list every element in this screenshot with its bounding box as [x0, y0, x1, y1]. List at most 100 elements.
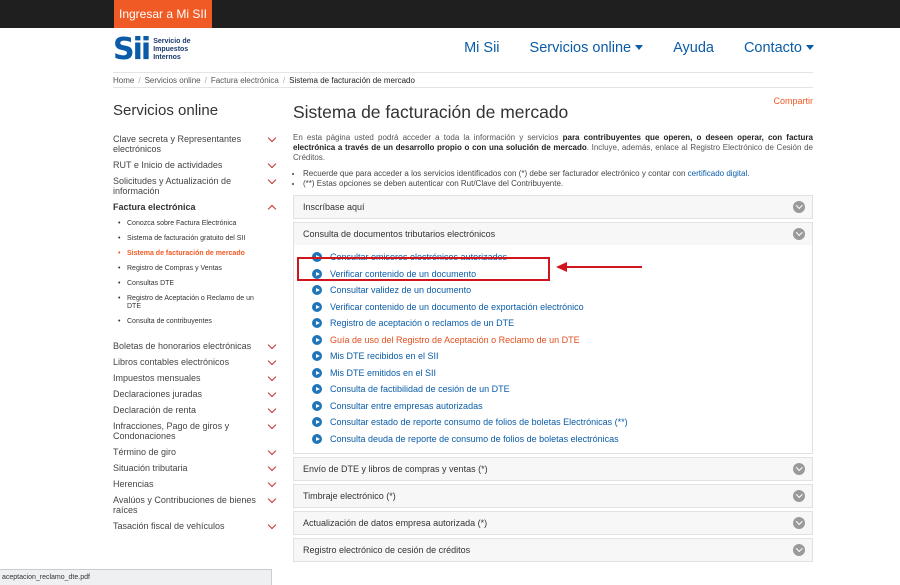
breadcrumb-servicios[interactable]: Servicios online [145, 76, 201, 85]
dte-service-link[interactable]: Mis DTE emitidos en el SII [312, 365, 812, 382]
chevron-down-icon [267, 356, 277, 366]
chevron-down-icon [267, 388, 277, 398]
logo-text: Servicio de Impuestos Internos [153, 38, 191, 61]
dte-service-link[interactable]: Consulta deuda de reporte de consumo de … [312, 431, 812, 448]
browser-status-bar: aceptacion_reclamo_dte.pdf [0, 569, 272, 585]
chevron-circle-icon [793, 228, 805, 240]
sidebar-item-factura-electronica[interactable]: Factura electrónica [113, 199, 279, 215]
nav-contacto[interactable]: Contacto [744, 40, 814, 56]
arrow-circle-icon [312, 367, 322, 378]
page-title: Sistema de facturación de mercado [293, 102, 569, 122]
breadcrumb-factura[interactable]: Factura electrónica [211, 76, 279, 85]
sidebar-subitem[interactable]: Registro de Compras y Ventas [113, 262, 279, 277]
accordion-header-inscribase[interactable]: Inscríbase aquí [294, 196, 812, 218]
sidebar-subitem[interactable]: Sistema de facturación de mercado [113, 247, 279, 262]
note-authentication: (**) Estas opciones se deben autenticar … [303, 179, 813, 189]
sidebar-top-list: Clave secreta y Representantes electróni… [113, 131, 279, 199]
chevron-down-icon [267, 404, 277, 414]
dte-service-link[interactable]: Guía de uso del Registro de Aceptación o… [312, 332, 812, 349]
nav-ayuda[interactable]: Ayuda [673, 40, 714, 56]
arrow-circle-icon [312, 433, 322, 444]
sidebar-item[interactable]: RUT e Inicio de actividades [113, 157, 279, 173]
sidebar-item[interactable]: Boletas de honorarios electrónicas [113, 338, 279, 354]
chevron-down-icon [267, 175, 277, 185]
sidebar-item[interactable]: Tasación fiscal de vehículos [113, 518, 279, 534]
sidebar-subitem[interactable]: Conozca sobre Factura Electrónica [113, 217, 279, 232]
sidebar-item[interactable]: Libros contables electrónicos [113, 354, 279, 370]
sidebar-item[interactable]: Declaración de renta [113, 402, 279, 418]
annotation-arrow-line [566, 266, 642, 268]
sidebar-title: Servicios online [113, 102, 219, 119]
accordion-item: Consulta de documentos tributarios elect… [293, 222, 813, 454]
arrow-circle-icon [312, 318, 322, 328]
login-button[interactable]: Ingresar a Mi SII [114, 0, 212, 28]
accordion-item: Actualización de datos empresa autorizad… [293, 511, 813, 535]
chevron-circle-icon [793, 544, 805, 556]
chevron-down-icon [267, 372, 277, 382]
certificado-digital-link[interactable]: certificado digital [688, 169, 748, 178]
note-certificate: Recuerde que para acceder a los servicio… [303, 169, 813, 179]
dte-service-link[interactable]: Consultar validez de un documento [312, 282, 812, 299]
arrow-circle-icon [312, 268, 322, 279]
chevron-down-icon [267, 520, 277, 530]
sidebar-item[interactable]: Situación tributaria [113, 460, 279, 476]
top-strip: Ingresar a Mi SII [0, 0, 900, 28]
dte-service-link[interactable]: Consulta de factibilidad de cesión de un… [312, 381, 812, 398]
accordion-header-actualizacion[interactable]: Actualización de datos empresa autorizad… [294, 512, 812, 534]
chevron-down-icon [267, 446, 277, 456]
sidebar-item[interactable]: Infracciones, Pago de giros y Condonacio… [113, 418, 279, 444]
chevron-down-icon [267, 494, 277, 504]
arrow-circle-icon [312, 301, 322, 312]
sidebar-item[interactable]: Avalúos y Contribuciones de bienes raíce… [113, 492, 279, 518]
chevron-down-icon [267, 133, 277, 143]
dte-service-link[interactable]: Consultar estado de reporte consumo de f… [312, 414, 812, 431]
sidebar-subitem[interactable]: Consultas DTE [113, 277, 279, 292]
chevron-circle-icon [793, 463, 805, 475]
chevron-down-icon [267, 462, 277, 472]
chevron-down-icon [635, 45, 644, 50]
chevron-down-icon [267, 420, 277, 430]
chevron-circle-icon [793, 201, 805, 213]
sidebar-subitem[interactable]: Consulta de contribuyentes [113, 315, 279, 330]
accordion-header-consulta-dte[interactable]: Consulta de documentos tributarios elect… [294, 223, 812, 245]
accordion-header-timbraje[interactable]: Timbraje electrónico (*) [294, 485, 812, 507]
nav-mi-sii[interactable]: Mi Sii [464, 40, 499, 56]
sidebar-item[interactable]: Solicitudes y Actualización de informaci… [113, 173, 279, 199]
sidebar-item[interactable]: Herencias [113, 476, 279, 492]
sidebar-subitem[interactable]: Sistema de facturación gratuito del SII [113, 232, 279, 247]
sidebar: Servicios online Clave secreta y Represe… [113, 102, 279, 534]
chevron-circle-icon [793, 517, 805, 529]
breadcrumb-current: Sistema de facturación de mercado [289, 76, 415, 85]
intro-text: En esta página usted podrá acceder a tod… [293, 133, 814, 162]
chevron-circle-icon [793, 490, 805, 502]
accordion-item: Timbraje electrónico (*) [293, 484, 813, 508]
sidebar-item[interactable]: Declaraciones juradas [113, 386, 279, 402]
sidebar-item[interactable]: Impuestos mensuales [113, 370, 279, 386]
nav-servicios-online[interactable]: Servicios online [530, 40, 644, 56]
chevron-down-icon [267, 159, 277, 169]
dte-service-link[interactable]: Mis DTE recibidos en el SII [312, 348, 812, 365]
accordion-header-envio-dte[interactable]: Envío de DTE y libros de compras y venta… [294, 458, 812, 480]
accordion-body-consulta-dte: Consultar emisores electrónicos autoriza… [294, 245, 812, 453]
chevron-down-icon [267, 478, 277, 488]
sii-logo[interactable]: Sii Servicio de Impuestos Internos [113, 32, 203, 67]
dte-service-link[interactable]: Consultar entre empresas autorizadas [312, 398, 812, 415]
dte-service-link[interactable]: Registro de aceptación o reclamos de un … [312, 315, 812, 332]
sidebar-bottom-list: Boletas de honorarios electrónicas Libros… [113, 338, 279, 534]
chevron-down-icon [806, 45, 814, 50]
dte-service-link[interactable]: Verificar contenido de un documento de e… [312, 299, 812, 316]
arrow-circle-icon [312, 384, 322, 394]
accordion-header-cesion[interactable]: Registro electrónico de cesión de crédit… [294, 539, 812, 561]
services-accordion: Inscríbase aquí Consulta de documentos t… [293, 195, 813, 562]
breadcrumb-home[interactable]: Home [113, 76, 134, 85]
sidebar-item[interactable]: Clave secreta y Representantes electróni… [113, 131, 279, 157]
accordion-item: Envío de DTE y libros de compras y venta… [293, 457, 813, 481]
chevron-down-icon [267, 340, 277, 350]
sidebar-item[interactable]: Término de giro [113, 444, 279, 460]
share-link[interactable]: Compartir [773, 96, 813, 106]
sidebar-subitem[interactable]: Registro de Aceptación o Reclamo de un D… [113, 292, 279, 315]
breadcrumb: Home / Servicios online / Factura electrónic… [113, 72, 813, 88]
sidebar-subitems: Conozca sobre Factura ElectrónicaSistema… [113, 215, 279, 334]
arrow-circle-icon [312, 334, 322, 345]
logo-mark: Sii [113, 32, 151, 67]
